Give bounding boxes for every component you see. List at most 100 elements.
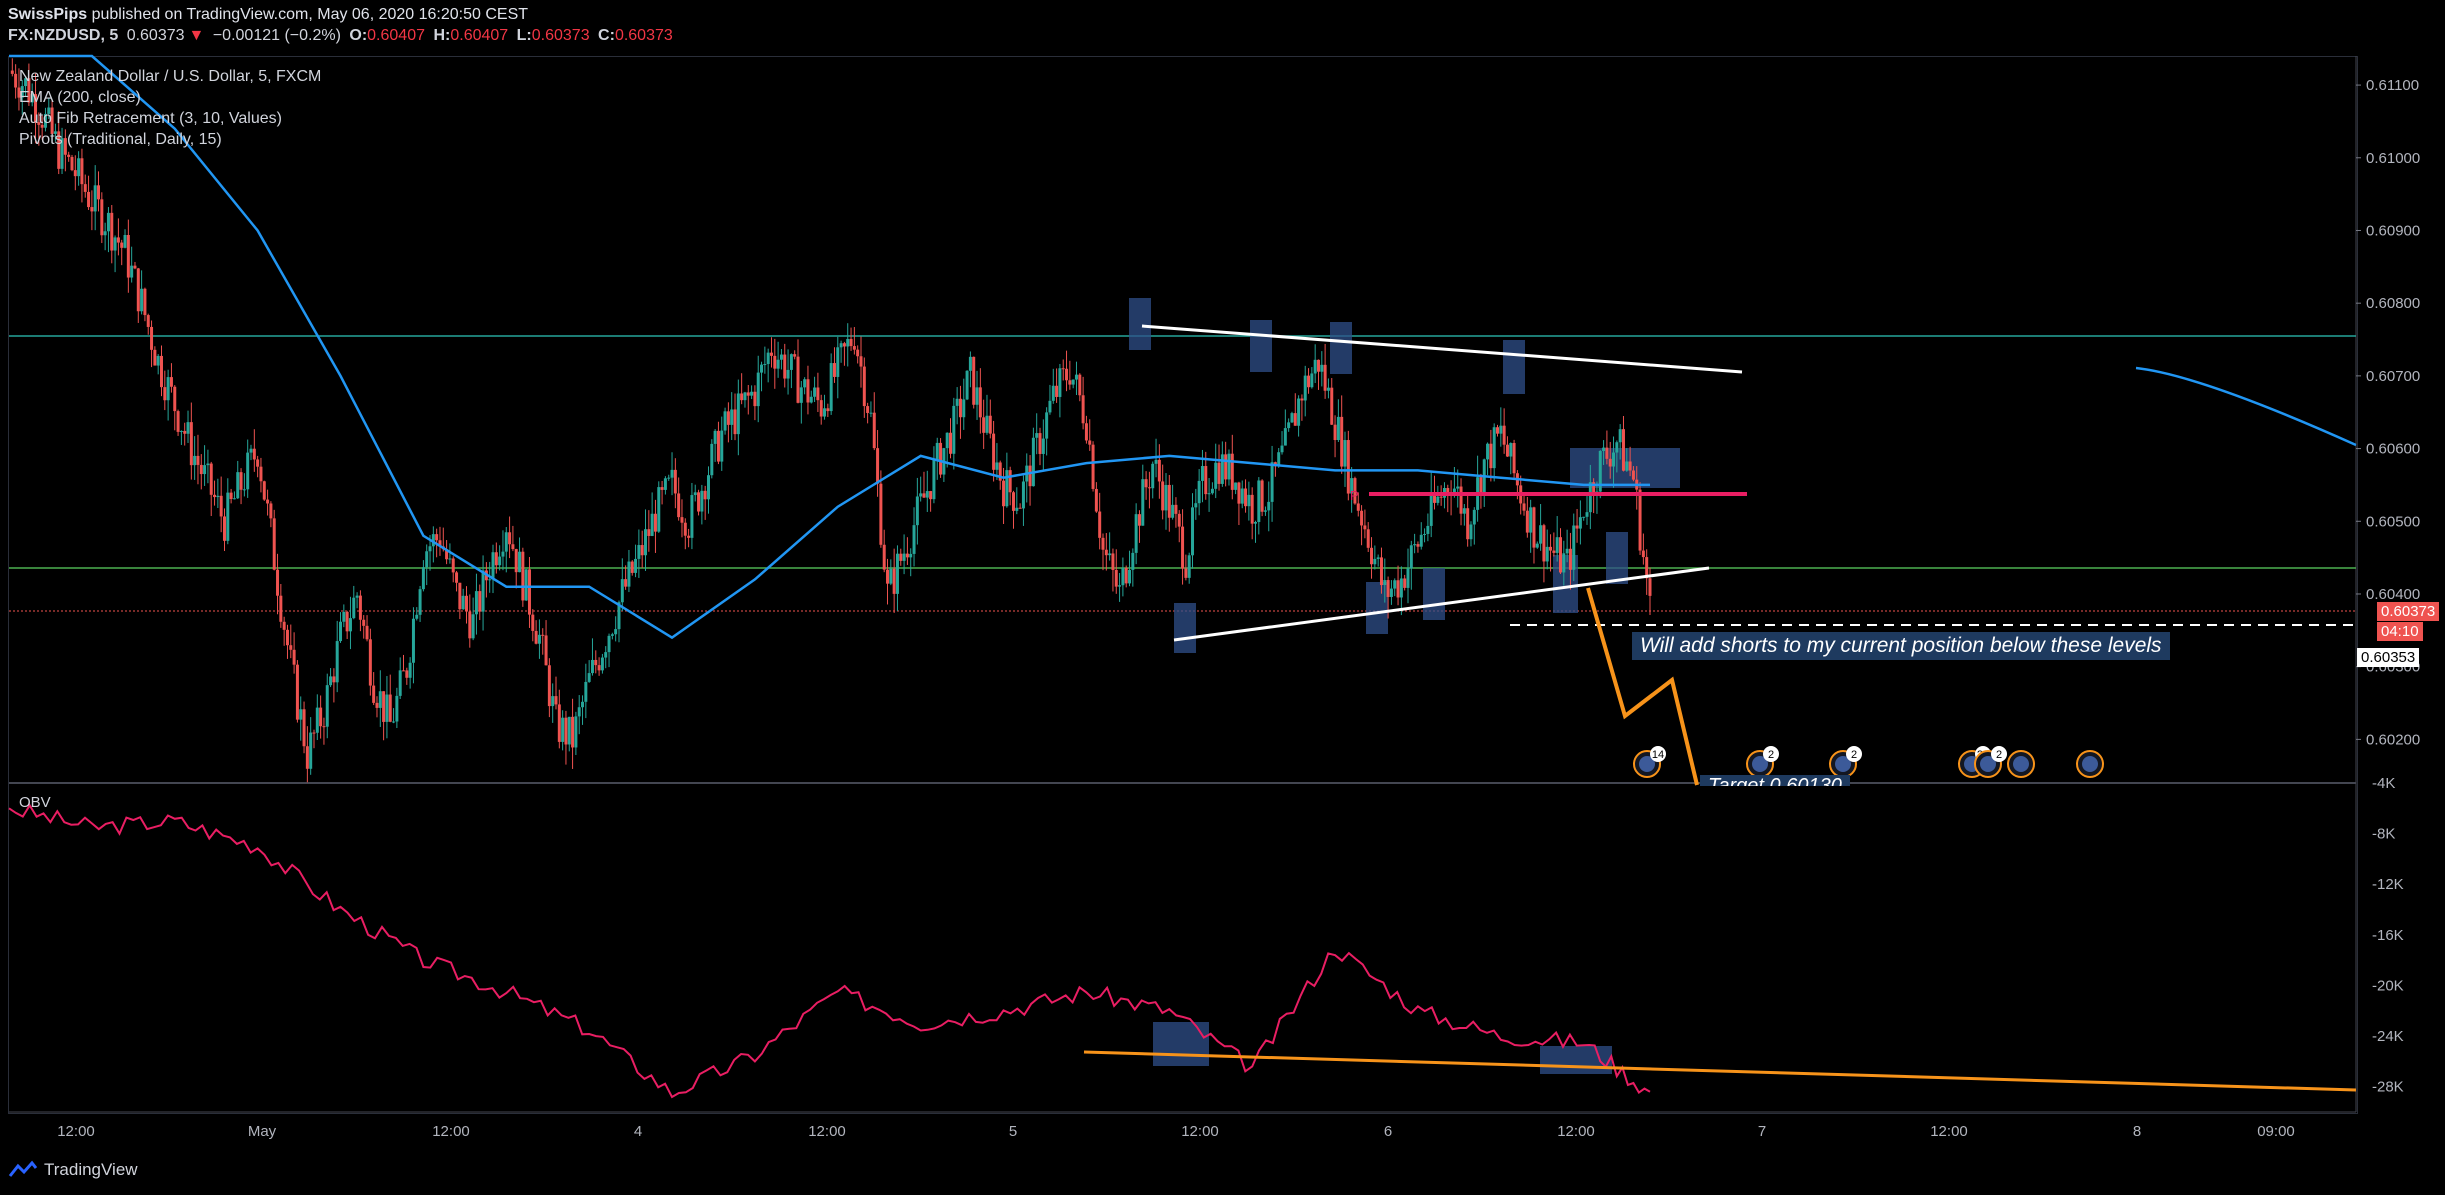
candle-body <box>803 379 807 388</box>
candle-body <box>1144 479 1148 488</box>
candle-body <box>1456 486 1460 489</box>
legend-title[interactable]: New Zealand Dollar / U.S. Dollar, 5, FXC… <box>19 66 321 87</box>
candle-body <box>312 732 316 734</box>
annotation-text[interactable]: Will add shorts to my current position b… <box>1632 632 2170 660</box>
candle-body <box>1101 537 1105 550</box>
candle-body <box>70 156 74 171</box>
candle-body <box>597 665 601 671</box>
candle-body <box>1343 440 1347 467</box>
candle-body <box>740 393 744 401</box>
candle-body <box>849 338 853 347</box>
candle-body <box>229 492 233 500</box>
candle-body <box>1111 553 1115 570</box>
candle-body <box>481 570 485 612</box>
obv-axis[interactable]: -4K -8K -12K -16K -20K -24K -28K <box>2372 775 2404 1096</box>
candle-body <box>561 717 565 742</box>
candle-body <box>120 242 124 248</box>
candle-body <box>743 392 747 401</box>
candle-body <box>1356 503 1360 511</box>
candle-body <box>1171 504 1175 518</box>
candle-body <box>266 499 270 504</box>
candle-body <box>378 691 382 708</box>
candle-body <box>203 465 207 475</box>
candle-body <box>1320 364 1324 372</box>
candle-body <box>140 288 144 312</box>
event-count: 2 <box>1996 749 2002 761</box>
candle-body <box>624 579 628 587</box>
candle-body <box>985 415 989 433</box>
candle-body <box>219 495 223 517</box>
candle-body <box>932 460 936 500</box>
candle-body <box>216 495 220 498</box>
obv-tick: -12K <box>2372 876 2404 893</box>
candle-body <box>150 326 154 350</box>
candle-body <box>279 595 283 622</box>
candle-body <box>1648 578 1652 596</box>
candle-body <box>697 492 701 512</box>
candle-body <box>879 483 883 545</box>
candle-body <box>902 553 906 561</box>
time-tick: 12:00 <box>57 1123 95 1140</box>
price-chart[interactable]: P 1422202 0.611000.610000.609000.608000.… <box>0 0 2445 1195</box>
candle-body <box>1545 546 1549 562</box>
candle-body <box>1164 484 1168 511</box>
candle-body <box>193 455 197 466</box>
legend-pivots[interactable]: Pivots (Traditional, Daily, 15) <box>19 129 321 150</box>
candle-body <box>1194 503 1198 508</box>
time-tick: 8 <box>2133 1123 2141 1140</box>
candle-body <box>1578 517 1582 529</box>
candle-body <box>1585 512 1589 517</box>
candle-body <box>1121 567 1125 586</box>
candle-body <box>464 595 468 612</box>
candle-body <box>1575 525 1579 529</box>
candle-body <box>292 649 296 665</box>
legend-ema[interactable]: EMA (200, close) <box>19 87 321 108</box>
candle-body <box>418 589 422 615</box>
candle-body <box>508 532 512 545</box>
candle-body <box>527 569 531 615</box>
candle-body <box>402 670 406 672</box>
candle-body <box>919 493 923 497</box>
candle-body <box>1429 492 1433 526</box>
candle-body <box>756 372 760 407</box>
footer-brand[interactable]: TradingView <box>8 1160 138 1180</box>
candle-body <box>77 158 81 177</box>
candle-body <box>1323 364 1327 391</box>
candle-body <box>521 551 525 601</box>
candle-body <box>653 513 657 532</box>
candle-body <box>816 387 820 401</box>
candle-body <box>610 634 614 636</box>
candle-body <box>448 558 452 560</box>
candle-body <box>1399 578 1403 598</box>
candle-body <box>1074 374 1078 380</box>
candle-body <box>1141 479 1145 526</box>
candle-body <box>1572 525 1576 570</box>
candle-body <box>1641 550 1645 558</box>
price-tick: 0.60800 <box>2366 295 2420 312</box>
chart-legend: New Zealand Dollar / U.S. Dollar, 5, FXC… <box>19 66 321 150</box>
obv-tick: -8K <box>2372 826 2395 843</box>
candle-body <box>1263 510 1267 512</box>
time-axis[interactable]: 12:00 May 12:00 4 12:00 5 12:00 6 12:00 7 12:00 8 09… <box>57 1123 2295 1140</box>
candle-body <box>869 412 873 414</box>
candle-body <box>421 567 425 590</box>
candle-body <box>382 691 386 722</box>
candle-body <box>355 595 359 598</box>
candle-body <box>1118 585 1122 587</box>
candle-body <box>892 568 896 594</box>
candle-body <box>1134 514 1138 553</box>
candle-body <box>133 265 137 269</box>
time-tick: 6 <box>1384 1123 1392 1140</box>
candle-body <box>498 556 502 566</box>
candle-body <box>544 635 548 666</box>
target-text[interactable]: Target 0.60130 <box>1700 775 1850 786</box>
candle-body <box>1638 489 1642 551</box>
legend-fib[interactable]: Auto Fib Retracement (3, 10, Values) <box>19 108 321 129</box>
candle-body <box>547 665 551 707</box>
obv-label[interactable]: OBV <box>19 794 51 811</box>
candle-body <box>1462 508 1466 514</box>
candle-body <box>514 549 518 573</box>
candle-body <box>1486 443 1490 460</box>
candle-body <box>832 363 836 377</box>
candle-body <box>1200 466 1204 481</box>
